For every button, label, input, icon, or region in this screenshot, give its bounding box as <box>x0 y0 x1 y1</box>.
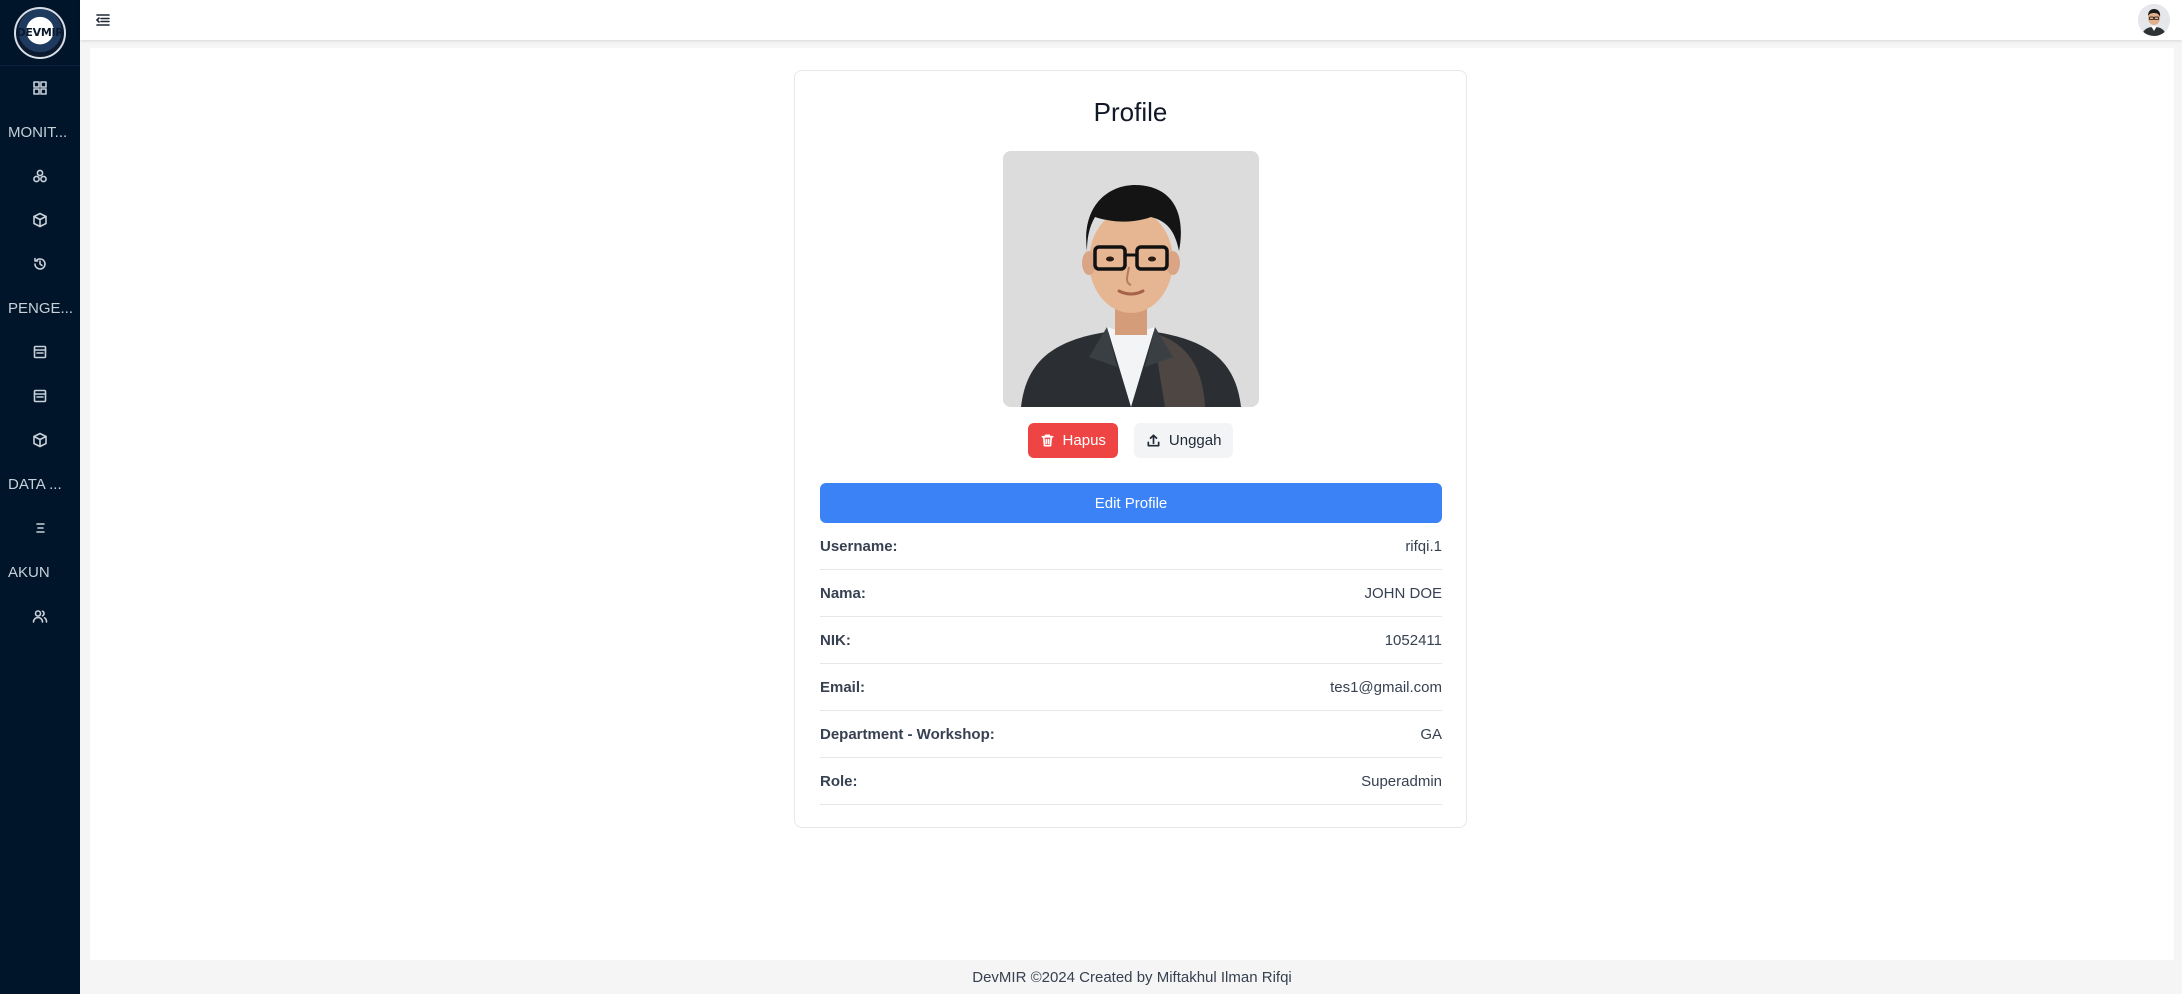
info-label: Department - Workshop: <box>820 725 995 743</box>
main-content: Profile Hapus Unggah Edit Profile Userna… <box>90 48 2174 960</box>
nav-dashboard[interactable] <box>0 66 80 110</box>
info-value: 1052411 <box>1384 631 1442 649</box>
user-avatar[interactable] <box>2138 4 2170 36</box>
dashboard-icon <box>33 81 47 95</box>
trash-icon <box>1041 434 1054 447</box>
delete-photo-button[interactable]: Hapus <box>1027 423 1118 458</box>
nav-monitoring-history[interactable] <box>0 242 80 286</box>
sidebar: DEVMIR MONIT... PENGE... DATA ... AKUN <box>0 0 80 994</box>
upload-icon <box>1147 434 1160 447</box>
menu-fold-icon <box>95 14 110 26</box>
profile-photo <box>1003 151 1259 407</box>
calendar-icon <box>33 389 47 403</box>
devmir-logo[interactable]: DEVMIR <box>14 6 66 59</box>
info-row-nik: NIK: 1052411 <box>820 617 1442 664</box>
cube-icon <box>33 432 47 448</box>
info-row-email: Email: tes1@gmail.com <box>820 664 1442 711</box>
footer-text: DevMIR ©2024 Created by Miftakhul Ilman … <box>972 968 1292 986</box>
profile-card: Profile Hapus Unggah Edit Profile Userna… <box>794 70 1467 828</box>
nav-pengelolaan-booking[interactable] <box>0 374 80 418</box>
nav-pengelolaan-schedule[interactable] <box>0 330 80 374</box>
cube-icon <box>33 212 47 228</box>
nav-pengelolaan-items[interactable] <box>0 418 80 462</box>
edit-profile-button[interactable]: Edit Profile <box>820 483 1442 523</box>
profile-photo-image <box>1003 151 1259 407</box>
nav-group-akun[interactable]: AKUN <box>0 550 80 594</box>
nav-monitoring-items[interactable] <box>0 198 80 242</box>
profile-title: Profile <box>1093 97 1168 127</box>
history-icon <box>34 257 46 270</box>
info-row-nama: Nama: JOHN DOE <box>820 570 1442 617</box>
cluster-icon <box>33 169 47 183</box>
menu-toggle-button[interactable] <box>92 9 114 31</box>
info-label: NIK: <box>820 631 851 649</box>
nav-group-monitoring[interactable]: MONIT... <box>0 110 80 154</box>
profile-info-list: Username: rifqi.1 Nama: JOHN DOE NIK: 10… <box>820 523 1442 805</box>
info-label: Username: <box>820 537 898 555</box>
info-value: tes1@gmail.com <box>1330 678 1442 696</box>
footer: DevMIR ©2024 Created by Miftakhul Ilman … <box>90 960 2174 994</box>
info-value: Superadmin <box>1361 772 1442 790</box>
calendar-icon <box>33 345 47 359</box>
logo-text: DEVMIR <box>16 26 64 39</box>
nav-group-data[interactable]: DATA ... <box>0 462 80 506</box>
nav-group-pengelolaan[interactable]: PENGE... <box>0 286 80 330</box>
photo-actions: Hapus Unggah <box>795 423 1466 458</box>
logo-area: DEVMIR <box>0 0 80 66</box>
info-value: JOHN DOE <box>1364 584 1442 602</box>
upload-photo-button[interactable]: Unggah <box>1133 423 1234 458</box>
list-icon <box>36 523 45 533</box>
nav-monitoring-cluster[interactable] <box>0 154 80 198</box>
info-label: Role: <box>820 772 858 790</box>
info-row-role: Role: Superadmin <box>820 758 1442 805</box>
info-row-department: Department - Workshop: GA <box>820 711 1442 758</box>
delete-photo-label: Hapus <box>1062 432 1106 449</box>
info-value: GA <box>1420 725 1442 743</box>
avatar-image <box>2138 4 2170 36</box>
info-row-username: Username: rifqi.1 <box>820 523 1442 570</box>
info-label: Email: <box>820 678 866 696</box>
info-label: Nama: <box>820 584 866 602</box>
users-icon <box>32 610 48 623</box>
nav-akun-users[interactable] <box>0 594 80 638</box>
info-value: rifqi.1 <box>1405 537 1442 555</box>
upload-photo-label: Unggah <box>1168 432 1222 449</box>
top-header <box>80 0 2182 40</box>
nav-data-list[interactable] <box>0 506 80 550</box>
